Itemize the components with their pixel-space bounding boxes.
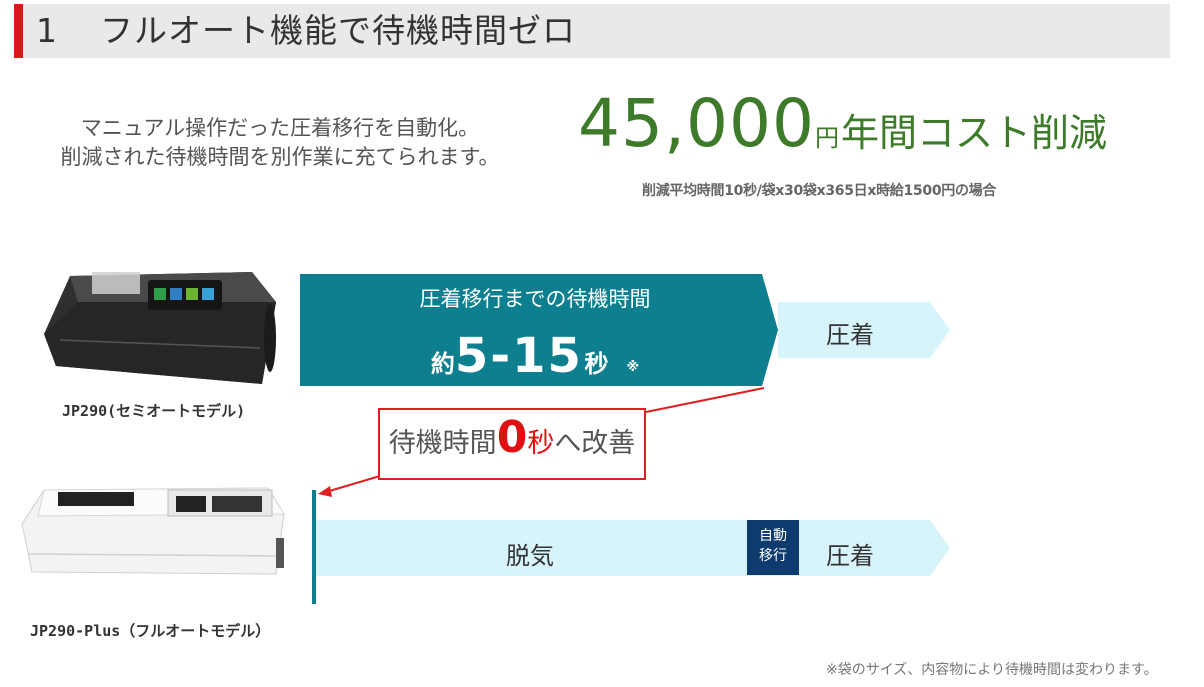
wait-unit: 秒 (584, 350, 609, 378)
wait-title: 圧着移行までの待機時間 (419, 287, 651, 311)
wait-footnote-mark: ※ (626, 360, 640, 375)
footnote: ※袋のサイズ、内容物により待機時間は変わります。 (826, 662, 1158, 678)
improvement-text: 待機時間0秒へ改善 (378, 412, 646, 463)
full-seal-label: 圧着 (826, 542, 874, 570)
improvement-text-post: へ改善 (554, 428, 636, 459)
full-start-line (312, 490, 316, 604)
connector-top-line (645, 387, 765, 413)
improvement-text-pre: 待機時間 (388, 428, 497, 459)
auto-transition-line-1: 自動 (759, 528, 787, 544)
connector-arrowhead (318, 486, 332, 497)
improvement-zero: 0 (496, 412, 528, 463)
wait-time: 約5-15 秒 ※ (300, 328, 770, 384)
degas-label: 脱気 (506, 542, 554, 570)
auto-transition-line-2: 移行 (759, 548, 787, 564)
improvement-sec: 秒 (527, 428, 555, 459)
auto-transition-text: 自動 移行 (747, 526, 799, 566)
connector-bottom-line (325, 475, 381, 493)
wait-range: 5-15 (454, 328, 583, 384)
wait-prefix: 約 (430, 350, 455, 378)
semi-seal-label: 圧着 (826, 321, 874, 349)
